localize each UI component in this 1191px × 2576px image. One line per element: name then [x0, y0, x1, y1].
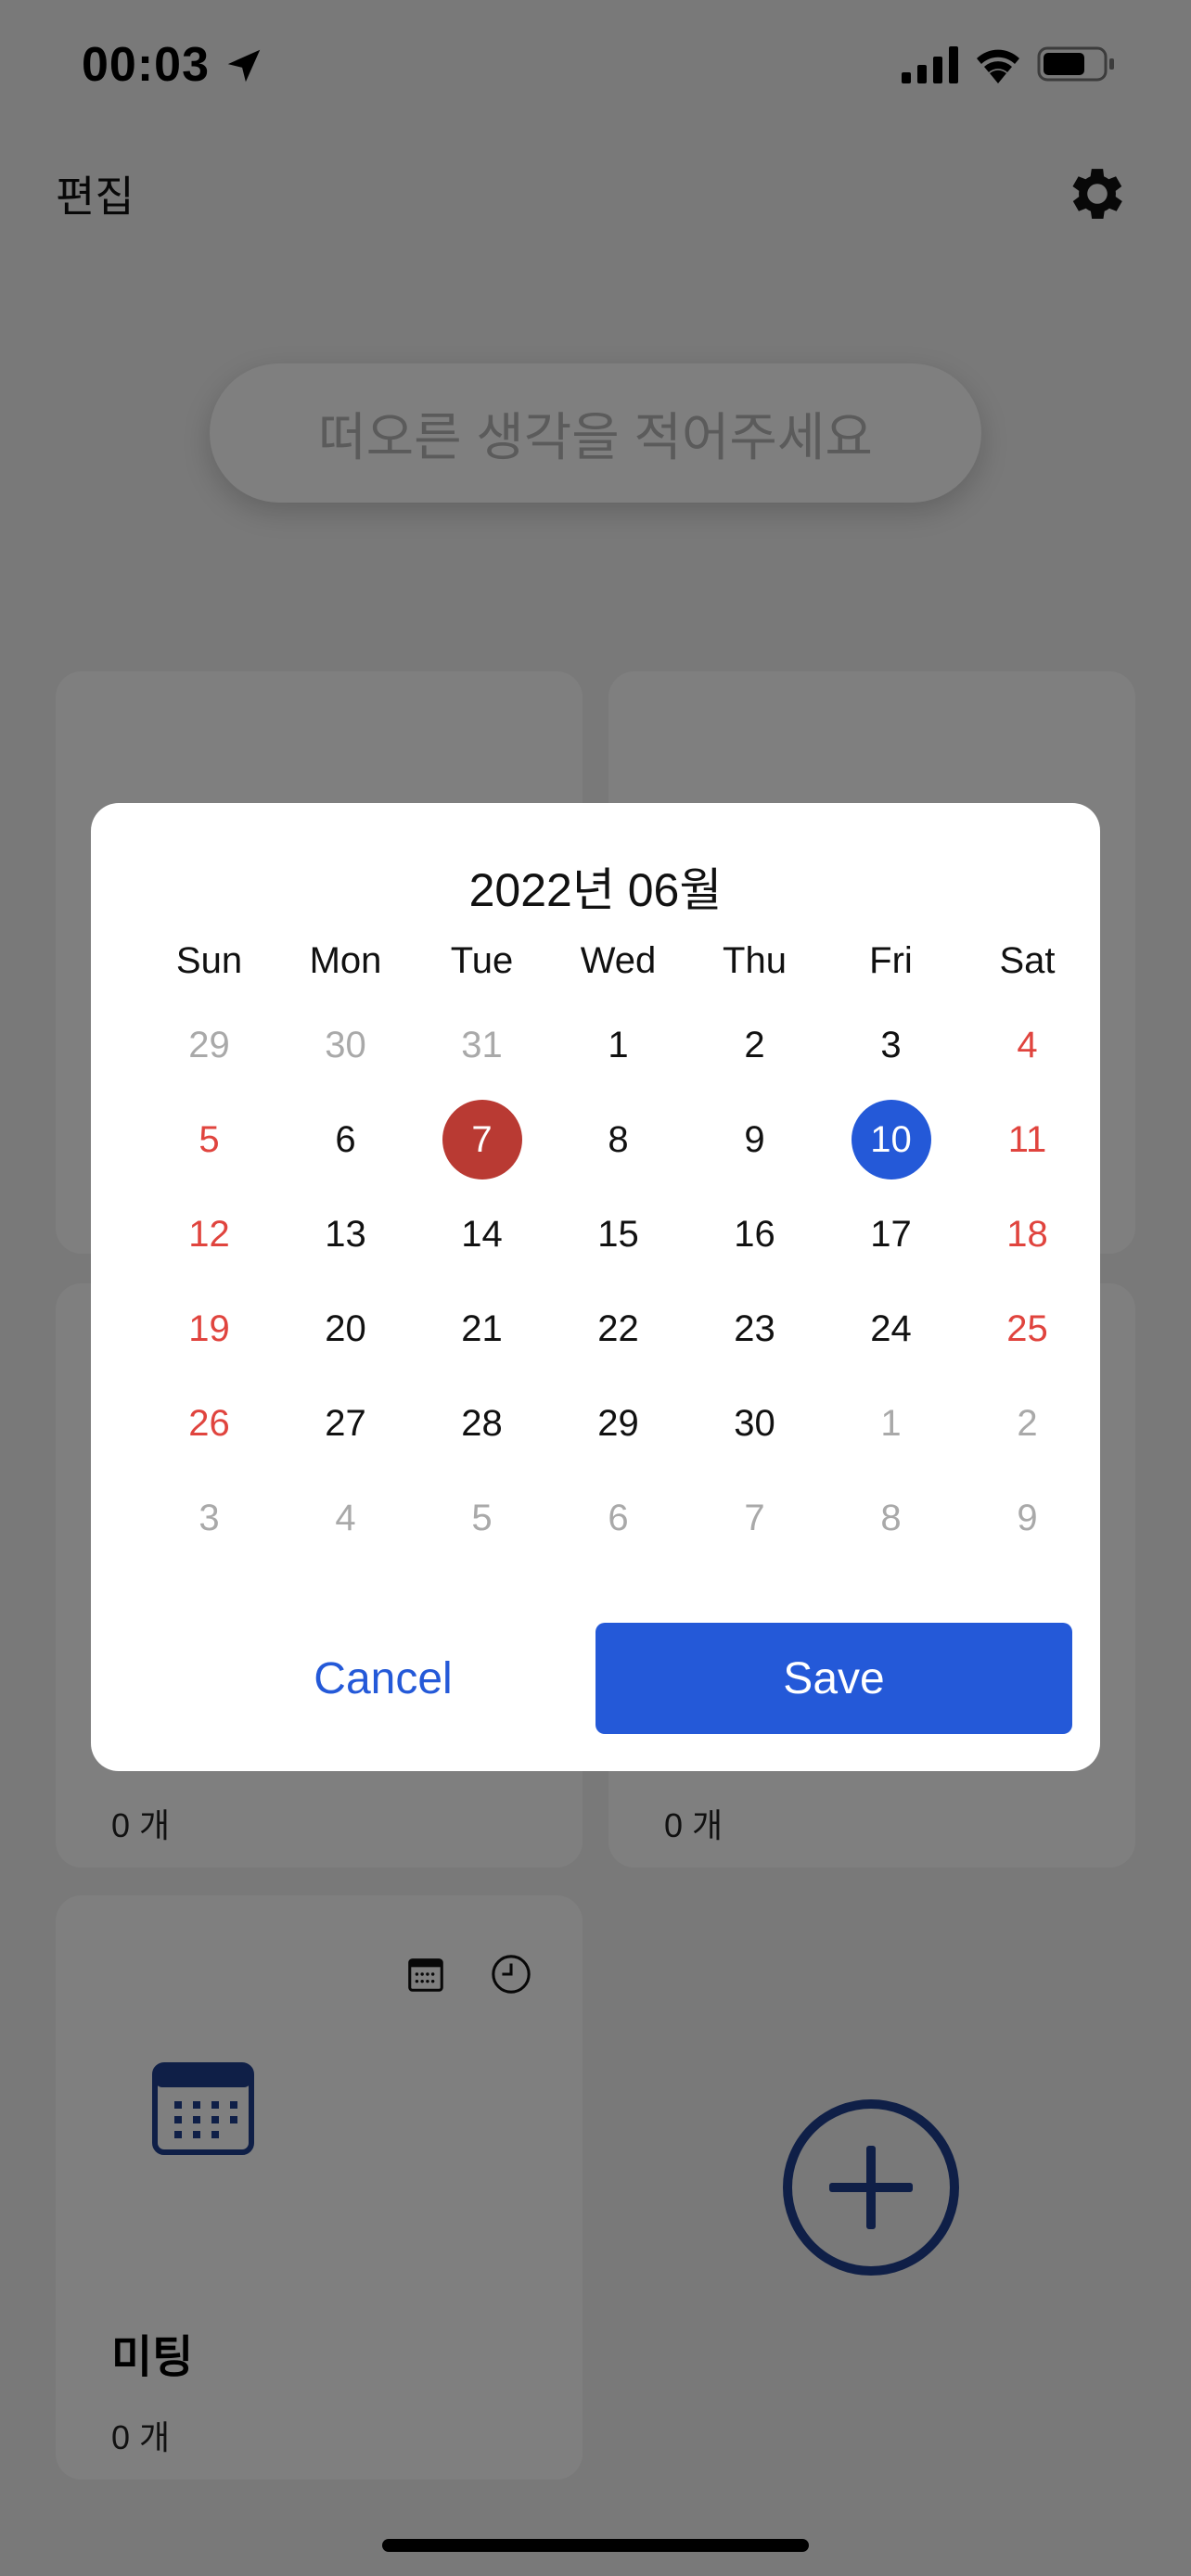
calendar-day[interactable]: 3: [823, 998, 959, 1092]
calendar-day[interactable]: 4: [959, 998, 1095, 1092]
calendar-day[interactable]: 26: [141, 1376, 277, 1471]
calendar-day[interactable]: 4: [277, 1471, 414, 1565]
calendar-day[interactable]: 30: [686, 1376, 823, 1471]
calendar-day[interactable]: 13: [277, 1187, 414, 1282]
calendar-day[interactable]: 30: [277, 998, 414, 1092]
calendar-day[interactable]: 21: [414, 1282, 550, 1376]
calendar-day[interactable]: 20: [277, 1282, 414, 1376]
weekday-label: Tue: [450, 939, 514, 981]
calendar-day[interactable]: 19: [141, 1282, 277, 1376]
weekday-label: Sun: [175, 939, 243, 981]
calendar-week-row: 12 13 14 15 16 17 18: [141, 1187, 1096, 1282]
calendar-day[interactable]: 9: [686, 1092, 823, 1187]
calendar-day[interactable]: 5: [414, 1471, 550, 1565]
calendar-day[interactable]: 3: [141, 1471, 277, 1565]
calendar-day[interactable]: 22: [550, 1282, 686, 1376]
calendar-day[interactable]: 14: [414, 1187, 550, 1282]
calendar-day[interactable]: 18: [959, 1187, 1095, 1282]
calendar-day-today[interactable]: 7: [414, 1092, 550, 1187]
calendar-day[interactable]: 7: [686, 1471, 823, 1565]
calendar-day[interactable]: 2: [686, 998, 823, 1092]
calendar-day[interactable]: 5: [141, 1092, 277, 1187]
calendar-week-row: 3 4 5 6 7 8 9: [141, 1471, 1096, 1565]
calendar-day-selected[interactable]: 10: [823, 1092, 959, 1187]
calendar-day[interactable]: 28: [414, 1376, 550, 1471]
date-picker-dialog: 2022년 06월 Sun Mon Tue Wed Thu Fri Sat 29…: [91, 803, 1100, 1771]
calendar-day[interactable]: 11: [959, 1092, 1095, 1187]
calendar-day[interactable]: 15: [550, 1187, 686, 1282]
calendar-day[interactable]: 16: [686, 1187, 823, 1282]
calendar-day[interactable]: 27: [277, 1376, 414, 1471]
calendar-day[interactable]: 2: [959, 1376, 1095, 1471]
calendar-week-row: 29 30 31 1 2 3 4: [141, 998, 1096, 1092]
weekday-label: Thu: [723, 939, 787, 981]
calendar-day[interactable]: 8: [823, 1471, 959, 1565]
calendar-day[interactable]: 6: [550, 1471, 686, 1565]
cancel-button[interactable]: Cancel: [174, 1623, 592, 1734]
calendar-day[interactable]: 1: [823, 1376, 959, 1471]
weekday-label: Fri: [869, 939, 913, 981]
calendar-day[interactable]: 24: [823, 1282, 959, 1376]
calendar-week-row: 19 20 21 22 23 24 25: [141, 1282, 1096, 1376]
calendar-day[interactable]: 12: [141, 1187, 277, 1282]
calendar-week-row: 26 27 28 29 30 1 2: [141, 1376, 1096, 1471]
weekday-header: Sun Mon Tue Wed Thu Fri Sat: [141, 924, 1096, 998]
calendar-day[interactable]: 9: [959, 1471, 1095, 1565]
weekday-label: Wed: [580, 939, 657, 981]
calendar-grid: Sun Mon Tue Wed Thu Fri Sat 29 30 31 1 2…: [141, 924, 1096, 1565]
calendar-month-title: 2022년 06월: [468, 864, 723, 916]
calendar-day[interactable]: 6: [277, 1092, 414, 1187]
calendar-day[interactable]: 25: [959, 1282, 1095, 1376]
calendar-day[interactable]: 23: [686, 1282, 823, 1376]
save-button[interactable]: Save: [596, 1623, 1072, 1734]
calendar-day[interactable]: 1: [550, 998, 686, 1092]
calendar-day[interactable]: 17: [823, 1187, 959, 1282]
calendar-day[interactable]: 29: [550, 1376, 686, 1471]
calendar-day[interactable]: 8: [550, 1092, 686, 1187]
weekday-label: Sat: [999, 939, 1056, 981]
weekday-label: Mon: [309, 939, 382, 981]
calendar-day[interactable]: 31: [414, 998, 550, 1092]
calendar-week-row: 5 6 7 8 9 10 11: [141, 1092, 1096, 1187]
calendar-day[interactable]: 29: [141, 998, 277, 1092]
